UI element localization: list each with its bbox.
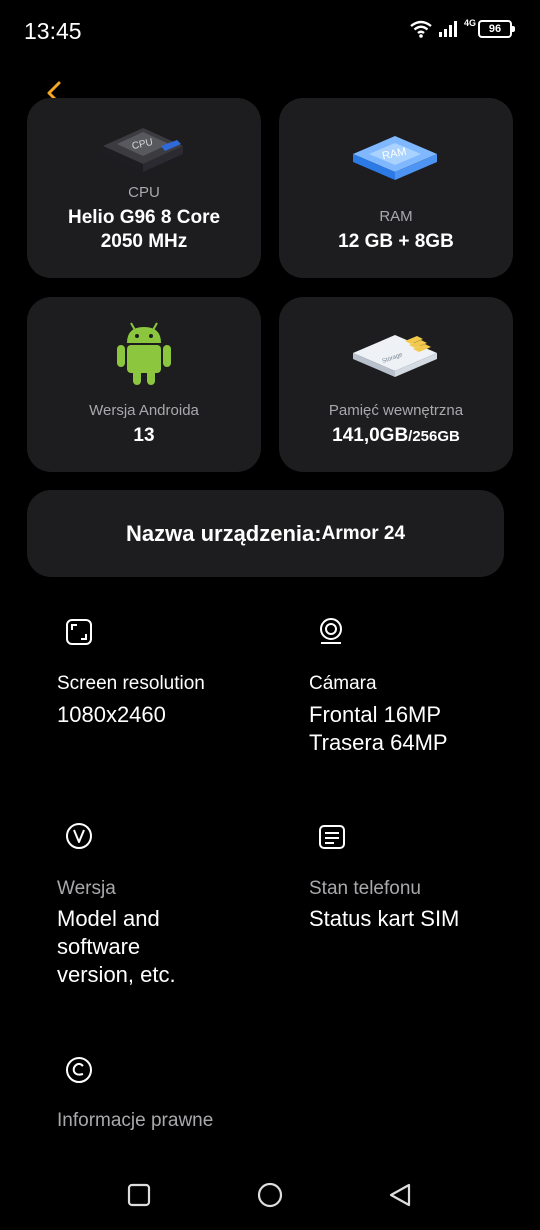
memory-card-icon: Storage — [353, 335, 437, 377]
status-bar: 13:45 4G 96 — [0, 0, 540, 62]
navigation-bar — [0, 1160, 540, 1230]
device-name-label: Nazwa urządzenia: — [125, 520, 322, 546]
battery-icon: 96 — [478, 20, 515, 38]
storage-used: 141,0GB — [332, 425, 409, 446]
android-version-value: 13 — [133, 425, 155, 446]
version-value-line3: version, etc. — [57, 962, 176, 987]
android-version-label: Wersja Androida — [89, 402, 199, 419]
legal-info-title: Informacje prawne — [57, 1110, 214, 1131]
version-title: Wersja — [57, 878, 116, 899]
cpu-chip-icon: CPU — [103, 128, 183, 172]
cpu-label: CPU — [128, 184, 160, 201]
version-value-line1: Model and — [57, 906, 160, 931]
battery-level: 96 — [488, 23, 502, 35]
storage-total: /256GB — [408, 428, 460, 445]
ram-chip-icon: RAM — [353, 136, 437, 180]
android-version-card[interactable]: Wersja Androida 13 — [27, 297, 261, 472]
phone-status-title: Stan telefonu — [309, 878, 421, 899]
signal-icon — [438, 21, 457, 37]
status-time: 13:45 — [24, 18, 82, 44]
camera-front: Frontal 16MP — [309, 702, 442, 727]
camera-title: Cámara — [309, 673, 377, 694]
network-type-label: 4G — [463, 18, 476, 28]
recents-square-icon — [127, 1183, 151, 1207]
ram-label: RAM — [379, 208, 413, 225]
cpu-value-model: Helio G96 8 Core — [67, 207, 221, 228]
android-robot-icon — [117, 322, 171, 385]
screen-resolution-title: Screen resolution — [57, 673, 205, 694]
home-circle-icon — [257, 1182, 283, 1208]
cpu-card[interactable]: CPU CPU Helio G96 8 Core 2050 MHz — [27, 98, 261, 278]
camera-icon — [320, 618, 342, 644]
device-name-card[interactable]: Nazwa urządzenia: Armor 24 — [27, 490, 504, 577]
back-triangle-icon — [389, 1183, 411, 1207]
device-name-value: Armor 24 — [321, 522, 406, 544]
cpu-value-frequency: 2050 MHz — [100, 231, 188, 252]
version-icon — [66, 823, 92, 849]
phone-status-value: Status kart SIM — [309, 906, 460, 931]
status-icons: 4G 96 — [410, 18, 515, 38]
copyright-icon — [66, 1057, 92, 1083]
home-button[interactable] — [255, 1180, 285, 1210]
sim-status-icon — [319, 825, 345, 849]
storage-label: Pamięć wewnętrzna — [328, 402, 464, 419]
version-value-line2: software — [57, 934, 141, 959]
recents-button[interactable] — [124, 1180, 154, 1210]
storage-value: 141,0GB/256GB — [279, 424, 513, 449]
wifi-icon — [410, 20, 432, 38]
camera-rear: Trasera 64MP — [309, 730, 448, 755]
storage-card[interactable]: Storage Pamięć wewnętrzna 141,0GB/256GB — [279, 297, 513, 472]
screen-resolution-value: 1080x2460 — [57, 702, 166, 727]
system-back-button[interactable] — [385, 1180, 415, 1210]
screen-resolution-icon — [66, 619, 92, 645]
ram-card[interactable]: RAM RAM 12 GB + 8GB — [279, 98, 513, 278]
ram-value: 12 GB + 8GB — [338, 231, 454, 252]
